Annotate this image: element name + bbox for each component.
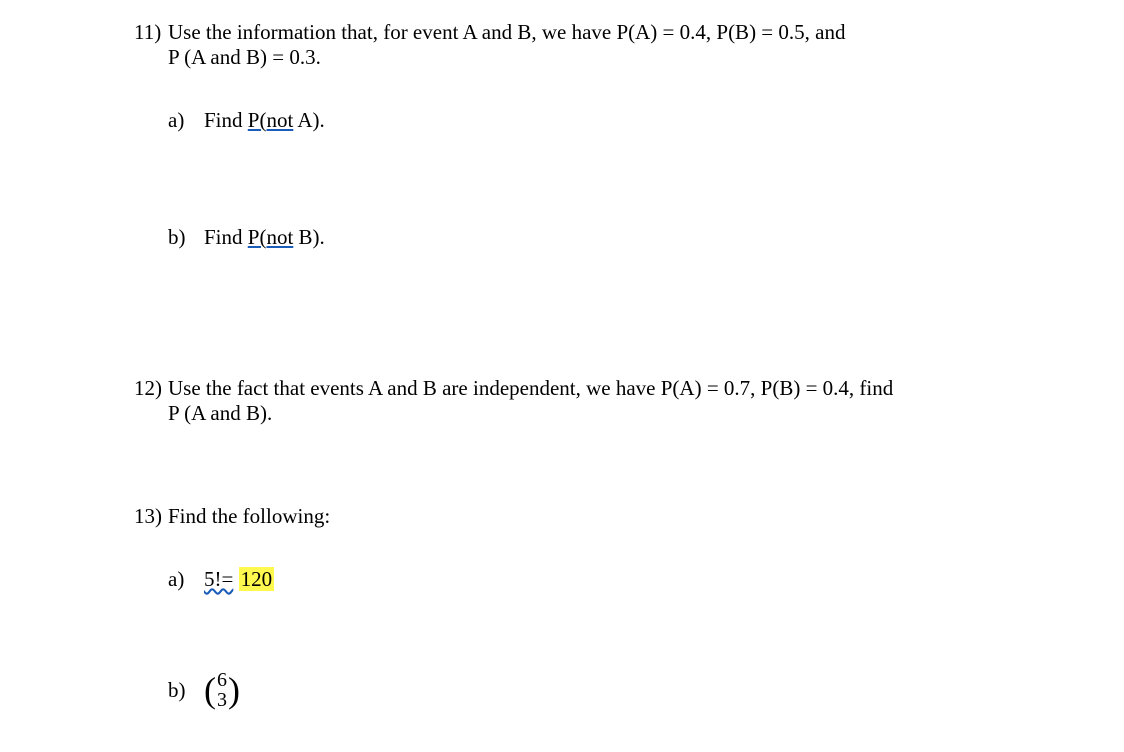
q11a-text: Find P(not A).	[204, 108, 325, 133]
q12-prompt-line2: P (A and B).	[134, 401, 1004, 426]
q11b-expr: P(not	[248, 225, 294, 249]
q11-part-b: b) Find P(not B).	[168, 225, 1004, 250]
q11-prompt-line1: 11) Use the information that, for event …	[134, 20, 1004, 45]
binom-top: 6	[217, 670, 227, 690]
q13-number: 13)	[134, 504, 168, 529]
q13a-answer: 120	[239, 567, 275, 591]
q13-part-b: b) ( 6 3 )	[168, 670, 1004, 710]
q11-text-1: Use the information that, for event A an…	[168, 20, 1004, 45]
document-content: 11) Use the information that, for event …	[134, 20, 1004, 710]
q13-text: Find the following:	[168, 504, 1004, 529]
question-13: 13) Find the following: a) 5!= 120 b) ( …	[134, 504, 1004, 710]
binom-bot: 3	[217, 690, 227, 710]
q11-prompt-line2: P (A and B) = 0.3.	[134, 45, 1004, 70]
q13-part-a: a) 5!= 120	[168, 567, 1004, 592]
q11-part-a: a) Find P(not A).	[168, 108, 1004, 133]
q11-text-2: P (A and B) = 0.3.	[168, 45, 1004, 70]
left-paren-icon: (	[204, 672, 216, 708]
question-11: 11) Use the information that, for event …	[134, 20, 1004, 250]
q11-number: 11)	[134, 20, 168, 45]
q11b-letter: b)	[168, 225, 204, 250]
q13b-binomial: ( 6 3 )	[204, 670, 240, 710]
q12-prompt-line1: 12) Use the fact that events A and B are…	[134, 376, 1004, 401]
question-12: 12) Use the fact that events A and B are…	[134, 376, 1004, 426]
q13b-letter: b)	[168, 678, 204, 703]
q11b-text: Find P(not B).	[204, 225, 325, 250]
q12-text-1: Use the fact that events A and B are ind…	[168, 376, 1004, 401]
q12-number: 12)	[134, 376, 168, 401]
q11a-letter: a)	[168, 108, 204, 133]
right-paren-icon: )	[228, 672, 240, 708]
q11a-expr: P(not	[248, 108, 294, 132]
q13-prompt: 13) Find the following:	[134, 504, 1004, 529]
q13a-content: 5!= 120	[204, 567, 274, 592]
q13a-expr: 5!=	[204, 567, 233, 591]
q12-text-2: P (A and B).	[168, 401, 1004, 426]
q13a-letter: a)	[168, 567, 204, 592]
